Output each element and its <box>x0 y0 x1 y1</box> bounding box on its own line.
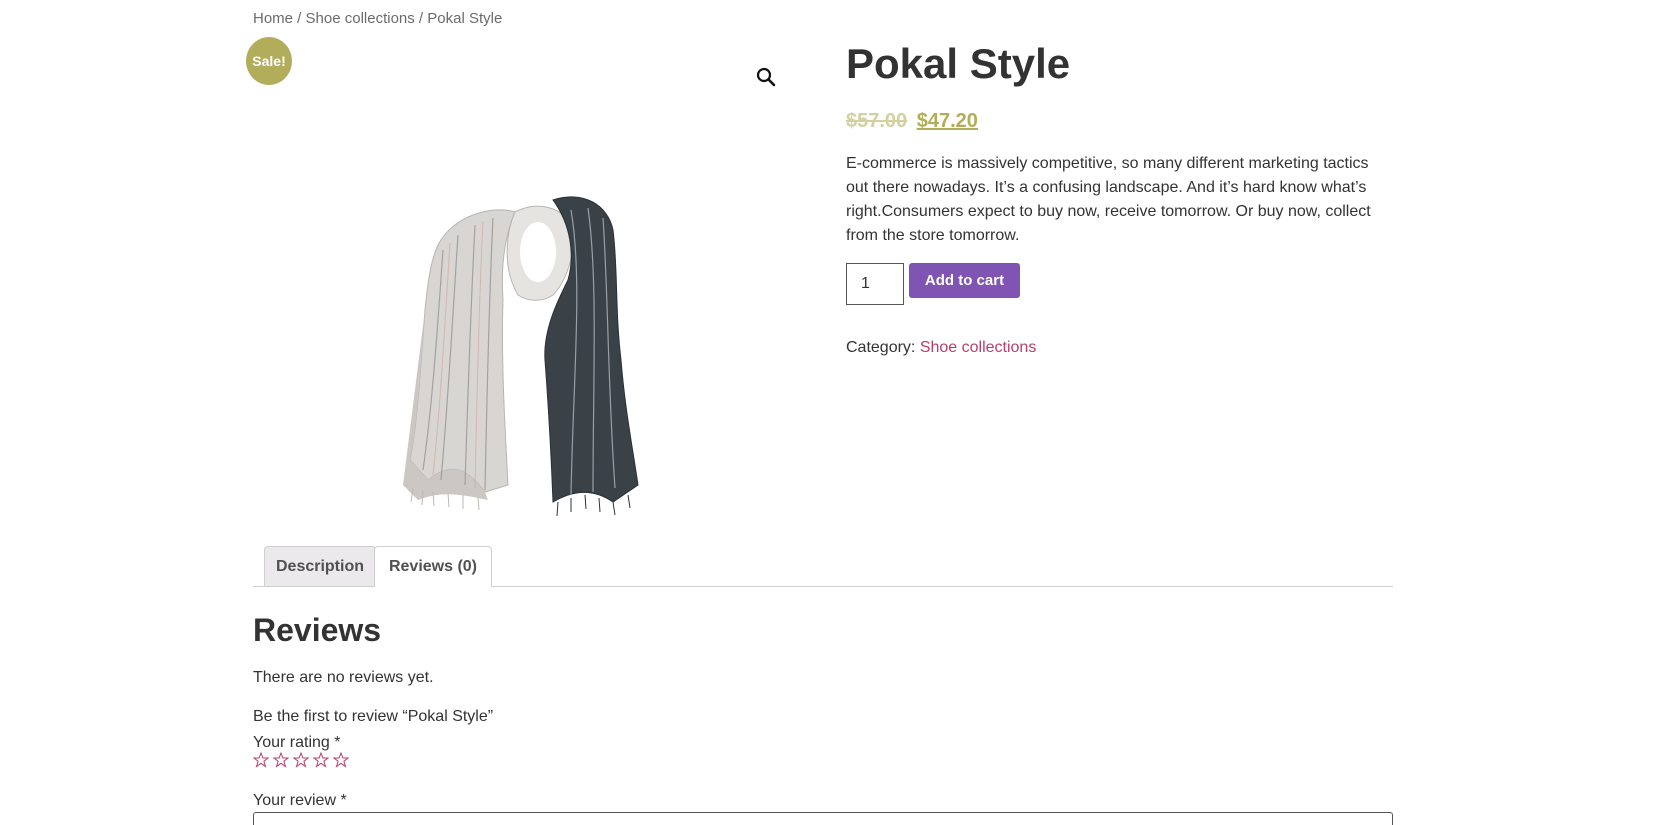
search-icon[interactable] <box>755 66 777 88</box>
rating-label: Your rating * <box>253 734 341 751</box>
breadcrumb-collection-link[interactable]: Shoe collections <box>306 10 415 27</box>
breadcrumb-current: Pokal Style <box>427 10 503 27</box>
tab-description[interactable]: Description <box>264 546 376 586</box>
review-textarea[interactable] <box>253 812 1393 825</box>
product-price: $57.00 $47.20 <box>846 110 978 133</box>
star-icon[interactable] <box>273 752 289 768</box>
review-label: Your review * <box>253 792 347 809</box>
add-to-cart-button[interactable]: Add to cart <box>909 263 1020 298</box>
breadcrumb-home-link[interactable]: Home <box>253 10 293 27</box>
rating-stars <box>253 752 349 768</box>
star-icon[interactable] <box>293 752 309 768</box>
breadcrumb-separator: / <box>414 10 428 27</box>
reviews-heading: Reviews <box>253 612 382 648</box>
tab-reviews[interactable]: Reviews (0) <box>374 546 492 587</box>
old-price: $57.00 <box>846 110 908 132</box>
sale-badge: Sale! <box>246 37 292 85</box>
product-page: Home / Shoe collections / Pokal Style Sa… <box>0 0 1666 825</box>
product-short-description: E-commerce is massively competitive, so … <box>846 155 1371 244</box>
quantity-input[interactable] <box>846 263 904 305</box>
star-icon[interactable] <box>253 752 269 768</box>
breadcrumb: Home / Shoe collections / Pokal Style <box>253 10 502 27</box>
product-category: Category: Shoe collections <box>846 339 1036 357</box>
review-prompt: Be the first to review “Pokal Style” <box>253 708 494 725</box>
breadcrumb-separator: / <box>293 10 306 27</box>
no-reviews-text: There are no reviews yet. <box>253 669 434 686</box>
star-icon[interactable] <box>333 752 349 768</box>
sale-price: $47.20 <box>916 110 978 132</box>
product-image[interactable] <box>253 40 813 520</box>
category-link[interactable]: Shoe collections <box>920 339 1037 356</box>
category-label: Category: <box>846 339 920 356</box>
product-title: Pokal Style <box>846 40 1071 87</box>
star-icon[interactable] <box>313 752 329 768</box>
